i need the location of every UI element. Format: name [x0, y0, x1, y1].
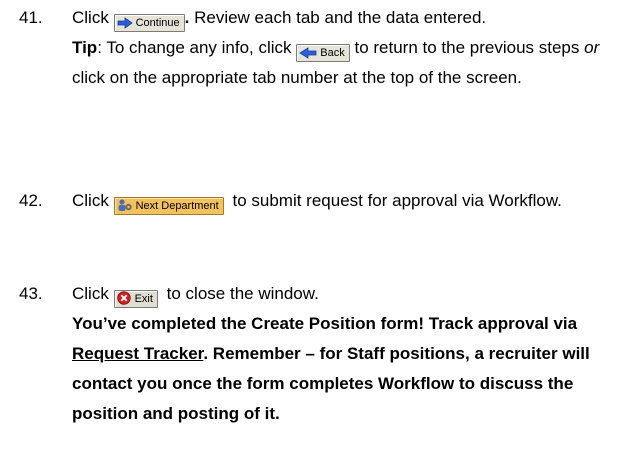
step-click-word: Click	[72, 191, 109, 210]
back-button[interactable]: Back	[296, 44, 350, 62]
step-number: 41.	[19, 8, 43, 27]
step-42-text: to submit request for approval via Workf…	[232, 191, 562, 210]
step-41: 41. Click Continue. Review each tab and t…	[19, 3, 629, 93]
step-41-text-a: Review each tab and the data entered.	[189, 8, 487, 27]
next-department-button[interactable]: Next Department	[113, 197, 224, 215]
step-click-word: Click	[72, 8, 109, 27]
next-department-label: Next Department	[135, 200, 219, 212]
back-button-label: Back	[320, 47, 345, 59]
request-tracker-link[interactable]: Request Tracker	[72, 344, 203, 363]
completion-message: You’ve completed the Create Position for…	[72, 314, 578, 333]
left-arrow-icon	[299, 47, 317, 59]
step-number: 42.	[19, 191, 43, 210]
right-arrow-icon	[117, 17, 133, 29]
step-42: 42. Click Next Department to submit reque…	[19, 186, 629, 216]
exit-button-label: Exit	[134, 293, 153, 305]
step-41-line-1: 41. Click Continue. Review each tab and t…	[19, 3, 629, 33]
exit-button[interactable]: Exit	[113, 290, 158, 308]
or-word: or	[584, 38, 600, 57]
step-41-text-b: to return to the previous steps	[354, 38, 585, 57]
step-click-word: Click	[72, 284, 109, 303]
continue-button-label: Continue	[135, 17, 180, 29]
step-41-text-c: click on the appropriate tab number at t…	[72, 68, 522, 87]
step-43-text: to close the window.	[166, 284, 319, 303]
continue-button[interactable]: Continue	[113, 14, 185, 32]
step-43: 43. Click Exit to close the window. You’v…	[19, 279, 629, 429]
step-41-line-2: Tip: To change any info, click Back to r…	[19, 33, 629, 93]
step-number: 43.	[19, 284, 43, 303]
stop-x-icon	[116, 291, 131, 305]
instructions-page: 41. Click Continue. Review each tab and t…	[0, 0, 641, 461]
tip-text: : To change any info, click	[97, 38, 292, 57]
step-43-bold-block: You’ve completed the Create Position for…	[19, 309, 629, 429]
tip-label: Tip	[72, 38, 98, 57]
people-gear-icon	[118, 199, 132, 211]
